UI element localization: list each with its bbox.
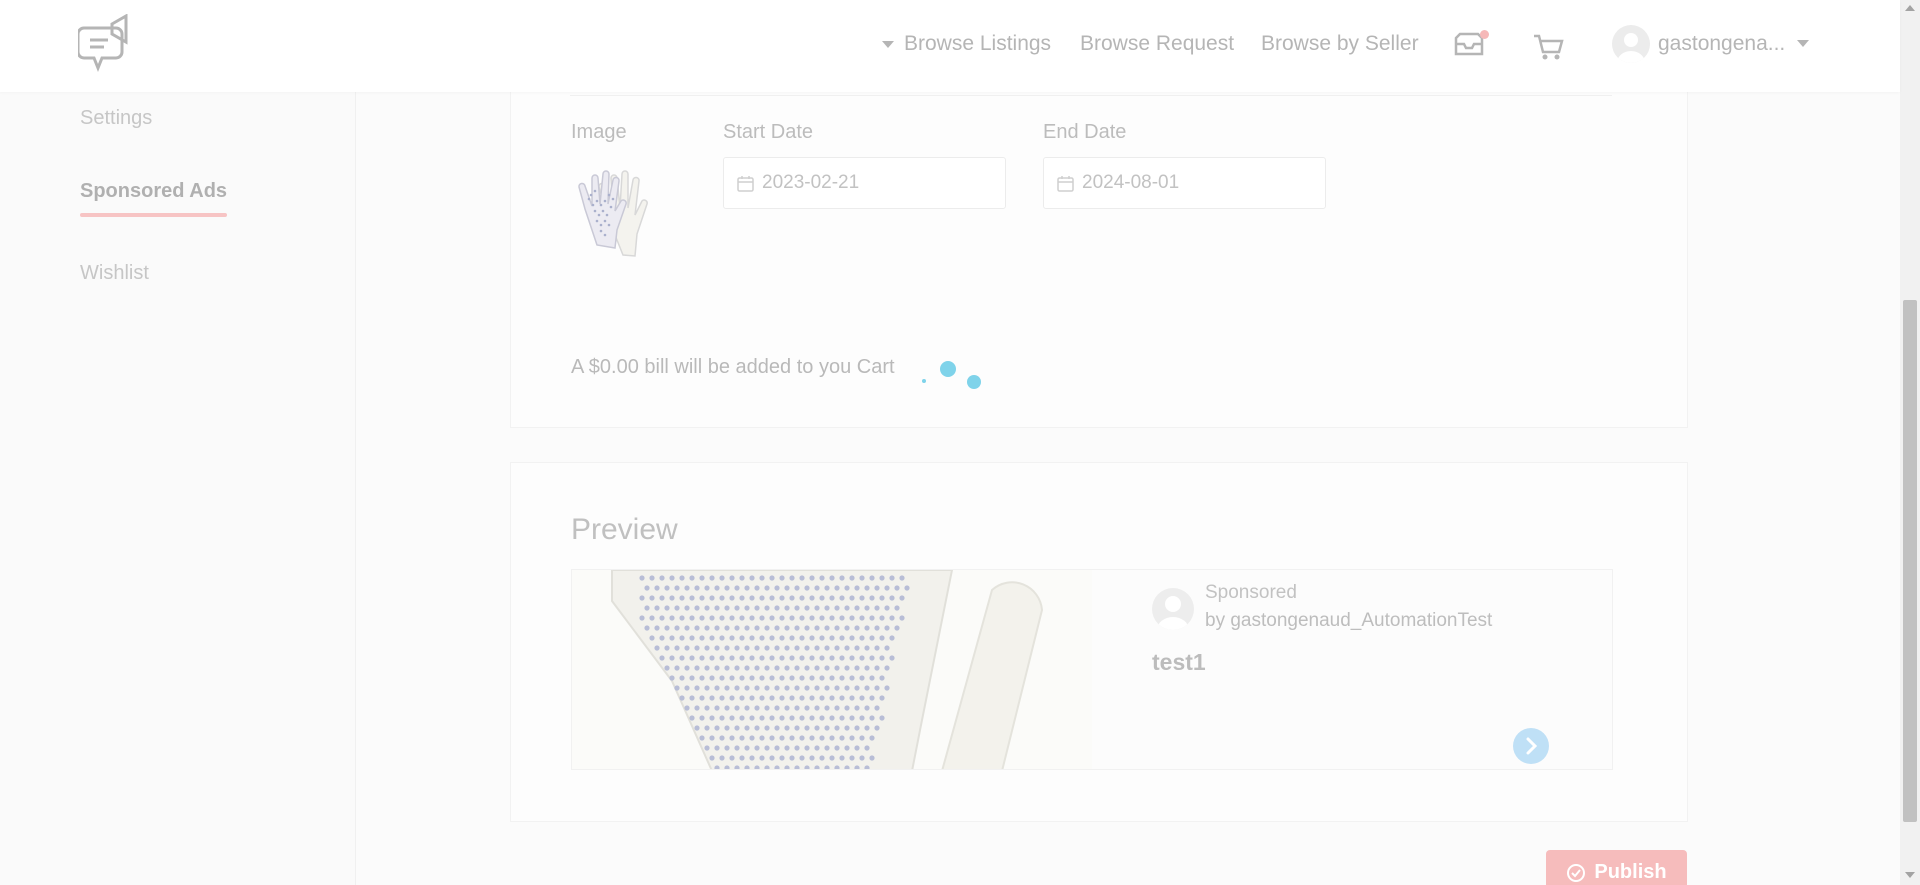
gloves-image — [572, 570, 1092, 769]
nav-browse-listings-label: Browse Listings — [904, 32, 1052, 55]
publish-label: Publish — [1594, 861, 1667, 883]
active-underline — [80, 213, 227, 217]
ad-title: test1 — [1152, 649, 1206, 675]
chevron-right-icon — [1526, 737, 1538, 755]
sidebar — [0, 92, 356, 885]
divider — [570, 95, 1612, 96]
nav-browse-listings[interactable]: Browse Listings — [882, 32, 1051, 56]
page-scrollbar[interactable] — [1900, 0, 1920, 885]
end-date-label: End Date — [1043, 121, 1127, 143]
sidebar-item-settings[interactable]: Settings — [80, 107, 152, 130]
start-date-input[interactable]: 2023-02-21 — [723, 157, 1006, 209]
sidebar-item-sponsored-ads[interactable]: Sponsored Ads — [80, 180, 227, 203]
nav-browse-request[interactable]: Browse Request — [1080, 32, 1234, 56]
user-avatar[interactable] — [1612, 25, 1650, 63]
ad-preview[interactable] — [571, 569, 1613, 770]
publish-button[interactable]: Publish — [1546, 850, 1687, 885]
scroll-down-arrow-icon[interactable] — [1905, 872, 1915, 878]
sponsored-label: Sponsored — [1205, 582, 1297, 603]
user-silhouette-icon — [1157, 596, 1189, 630]
nav-browse-by-seller[interactable]: Browse by Seller — [1261, 32, 1419, 56]
loading-spinner-dot — [967, 375, 981, 389]
calendar-icon — [737, 176, 754, 192]
loading-spinner-dot — [922, 379, 926, 383]
image-label: Image — [571, 121, 627, 143]
start-date-label: Start Date — [723, 121, 814, 143]
sidebar-item-wishlist[interactable]: Wishlist — [80, 262, 149, 285]
check-circle-icon — [1567, 863, 1586, 882]
caret-down-icon — [882, 40, 894, 48]
user-silhouette-icon — [1617, 33, 1645, 63]
ad-avatar — [1152, 588, 1194, 630]
gloves-thumbnail[interactable] — [575, 155, 685, 265]
ad-image — [572, 570, 1092, 769]
start-date-value: 2023-02-21 — [762, 172, 860, 193]
bill-notice: A $0.00 bill will be added to you Cart — [571, 356, 895, 378]
logo-icon[interactable] — [78, 14, 138, 78]
preview-title: Preview — [571, 513, 678, 546]
end-date-value: 2024-08-01 — [1082, 172, 1180, 193]
top-header: Browse Listings Browse Request Browse by… — [0, 0, 1900, 92]
user-menu-caret-icon[interactable] — [1797, 40, 1809, 47]
scroll-up-arrow-icon[interactable] — [1905, 5, 1915, 11]
notification-dot — [1480, 30, 1489, 39]
scroll-thumb[interactable] — [1903, 300, 1917, 822]
user-name[interactable]: gastongena... — [1658, 32, 1785, 56]
end-date-input[interactable]: 2024-08-01 — [1043, 157, 1326, 209]
next-arrow-button[interactable] — [1513, 728, 1549, 764]
cart-icon[interactable] — [1532, 32, 1564, 62]
calendar-icon — [1057, 176, 1074, 192]
loading-spinner-dot — [940, 361, 956, 377]
sponsor-byline: by gastongenaud_AutomationTest — [1205, 610, 1493, 631]
